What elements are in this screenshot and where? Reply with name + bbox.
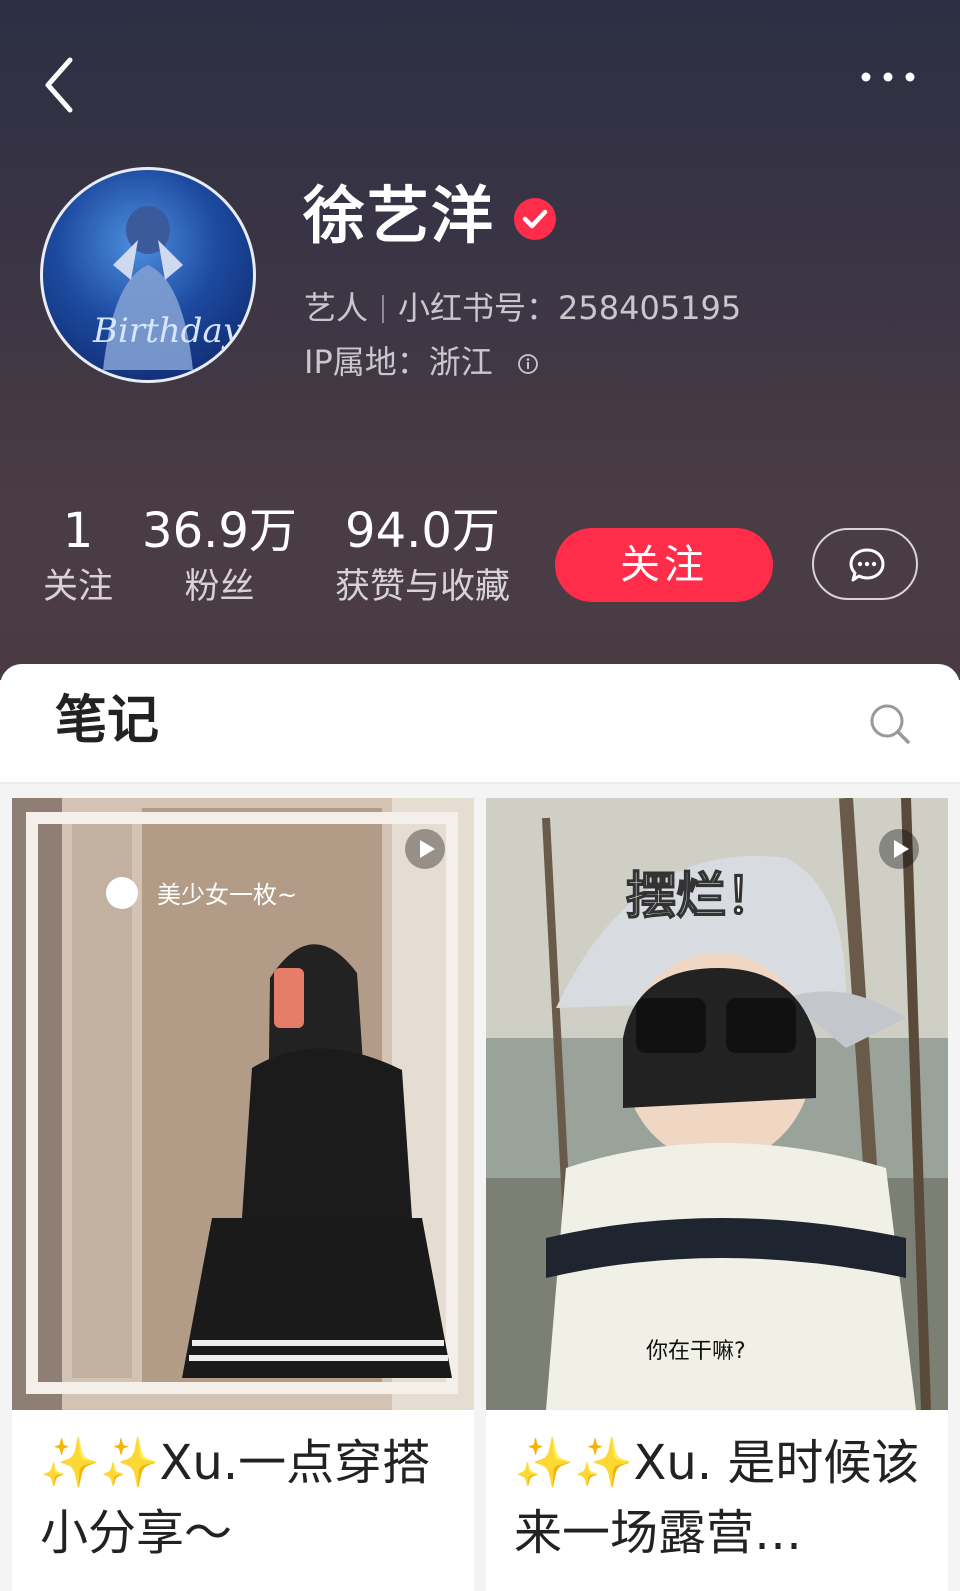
cover-subcaption-text: 你在干嘛? bbox=[646, 1339, 746, 1364]
note-title[interactable]: ✨✨Xu.一点穿搭小分享～ bbox=[40, 1428, 460, 1568]
stat-label: 关注 bbox=[42, 567, 113, 607]
tab-bar: 笔记 bbox=[0, 664, 960, 784]
more-options-icon[interactable] bbox=[858, 62, 918, 92]
bunny-sticker-icon bbox=[106, 877, 138, 909]
ip-location-row: IP属地：浙江 bbox=[304, 340, 539, 384]
note-card[interactable]: 美少女一枚~ ✨✨Xu.一点穿搭小分享～ bbox=[12, 798, 474, 1591]
video-play-icon bbox=[879, 829, 919, 869]
avatar[interactable]: Birthday bbox=[40, 167, 256, 383]
message-button[interactable] bbox=[812, 528, 918, 600]
stat-followers[interactable]: 36.9万 粉丝 bbox=[142, 500, 297, 612]
profile-id-row: 艺人 小红书号：258405195 bbox=[304, 286, 741, 330]
cover-caption-text: 美少女一枚~ bbox=[157, 881, 297, 909]
note-cover-image[interactable]: 美少女一枚~ bbox=[12, 798, 474, 1410]
cover-caption-text: 摆烂！ bbox=[626, 867, 776, 925]
info-circle-icon[interactable] bbox=[517, 353, 539, 375]
note-cover-image[interactable]: 摆烂！ 你在干嘛? bbox=[486, 798, 948, 1410]
profile-header: Birthday 徐艺洋 艺人 小红书号：258405195 IP属地：浙江 1 … bbox=[0, 0, 960, 680]
stat-likes-collects[interactable]: 94.0万 获赞与收藏 bbox=[320, 500, 525, 612]
stat-value: 94.0万 bbox=[345, 503, 500, 559]
tab-notes[interactable]: 笔记 bbox=[55, 686, 159, 756]
stat-following[interactable]: 1 关注 bbox=[38, 500, 118, 612]
follow-button[interactable]: 关注 bbox=[555, 528, 773, 602]
cover-photo-mirror-selfie: 美少女一枚~ bbox=[12, 798, 474, 1410]
search-icon[interactable] bbox=[868, 702, 912, 746]
note-title[interactable]: ✨✨Xu. 是时候该来一场露营… bbox=[514, 1428, 934, 1568]
stat-label: 获赞与收藏 bbox=[334, 567, 510, 607]
role-label: 艺人 bbox=[304, 289, 369, 327]
profile-name: 徐艺洋 bbox=[303, 179, 496, 252]
avatar-birthday-text: Birthday bbox=[92, 311, 243, 351]
chat-bubble-icon bbox=[849, 548, 885, 582]
stat-label: 粉丝 bbox=[184, 567, 255, 607]
ip-location: IP属地：浙江 bbox=[304, 343, 493, 381]
stat-value: 36.9万 bbox=[142, 503, 297, 559]
avatar-image: Birthday bbox=[92, 206, 243, 370]
back-chevron-icon[interactable] bbox=[40, 50, 84, 120]
cover-photo-outdoor-cap: 摆烂！ 你在干嘛? bbox=[486, 798, 948, 1410]
redbook-id: 小红书号：258405195 bbox=[398, 289, 742, 327]
stat-value: 1 bbox=[62, 503, 94, 559]
video-play-icon bbox=[405, 829, 445, 869]
divider bbox=[382, 295, 385, 323]
verified-badge-icon bbox=[514, 198, 556, 240]
note-card[interactable]: 摆烂！ 你在干嘛? ✨✨Xu. 是时候该来一场露营… bbox=[486, 798, 948, 1591]
